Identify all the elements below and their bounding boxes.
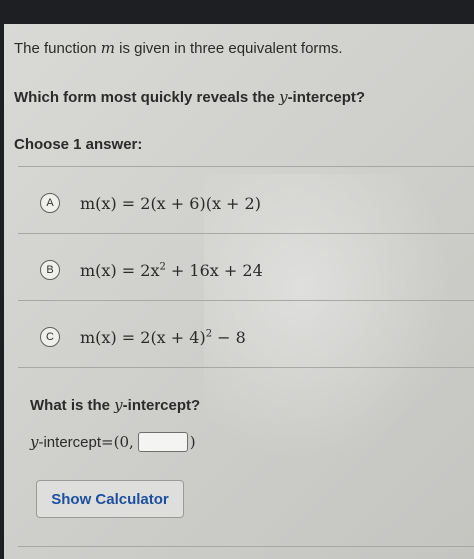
y-intercept-input[interactable] xyxy=(137,432,188,452)
divider xyxy=(18,367,474,368)
followup-prefix: What is the xyxy=(30,397,115,414)
choice-a-formula: m(x) = 2(x + 6)(x + 2) xyxy=(80,193,261,213)
y-label-rest: -intercept xyxy=(38,433,102,451)
show-calculator-button[interactable]: Show Calculator xyxy=(36,480,184,518)
prompt-prefix: Which form most quickly reveals the xyxy=(14,89,280,106)
screen-glare xyxy=(204,174,454,464)
intro-var: m xyxy=(100,39,115,57)
followup-var: y xyxy=(114,396,123,414)
choose-label: Choose 1 answer: xyxy=(14,136,143,153)
choice-b-formula-main: m(x) = 2x xyxy=(80,260,160,280)
intro-suffix: is given in three equivalent forms. xyxy=(114,40,343,57)
followup-suffix: -intercept? xyxy=(122,397,201,414)
choice-b[interactable]: B m(x) = 2x2 + 16x + 24 xyxy=(40,256,263,284)
question-intro: The function m is given in three equival… xyxy=(14,39,343,57)
y-label-var: y xyxy=(30,433,39,451)
choice-a-radio[interactable]: A xyxy=(40,193,60,213)
divider xyxy=(18,233,474,234)
close-paren: ) xyxy=(189,433,196,451)
choice-c-radio[interactable]: C xyxy=(40,327,60,347)
equals-sign: = xyxy=(101,433,114,451)
choice-c-formula: m(x) = 2(x + 4)2 − 8 xyxy=(80,328,246,347)
divider xyxy=(18,300,474,301)
y-intercept-row: y -intercept = (0, ) xyxy=(30,432,196,452)
choice-c-formula-rest: − 8 xyxy=(212,327,246,347)
divider xyxy=(18,166,474,167)
choice-c[interactable]: C m(x) = 2(x + 4)2 − 8 xyxy=(40,323,246,351)
question-prompt: Which form most quickly reveals the y-in… xyxy=(14,88,365,106)
top-bezel xyxy=(0,0,474,24)
exercise-page: The function m is given in three equival… xyxy=(4,24,474,559)
followup-prompt: What is the y-intercept? xyxy=(30,396,200,414)
choice-b-formula-rest: + 16x + 24 xyxy=(165,260,263,280)
prompt-var: y xyxy=(279,88,288,106)
prompt-suffix: -intercept? xyxy=(287,89,366,106)
choice-b-radio[interactable]: B xyxy=(40,260,60,280)
intro-prefix: The function xyxy=(14,40,101,57)
divider xyxy=(18,546,474,547)
choice-a[interactable]: A m(x) = 2(x + 6)(x + 2) xyxy=(40,189,261,217)
choice-c-formula-main: m(x) = 2(x + 4) xyxy=(80,327,206,347)
choice-b-formula: m(x) = 2x2 + 16x + 24 xyxy=(80,261,263,280)
open-coord: (0, xyxy=(113,433,134,451)
